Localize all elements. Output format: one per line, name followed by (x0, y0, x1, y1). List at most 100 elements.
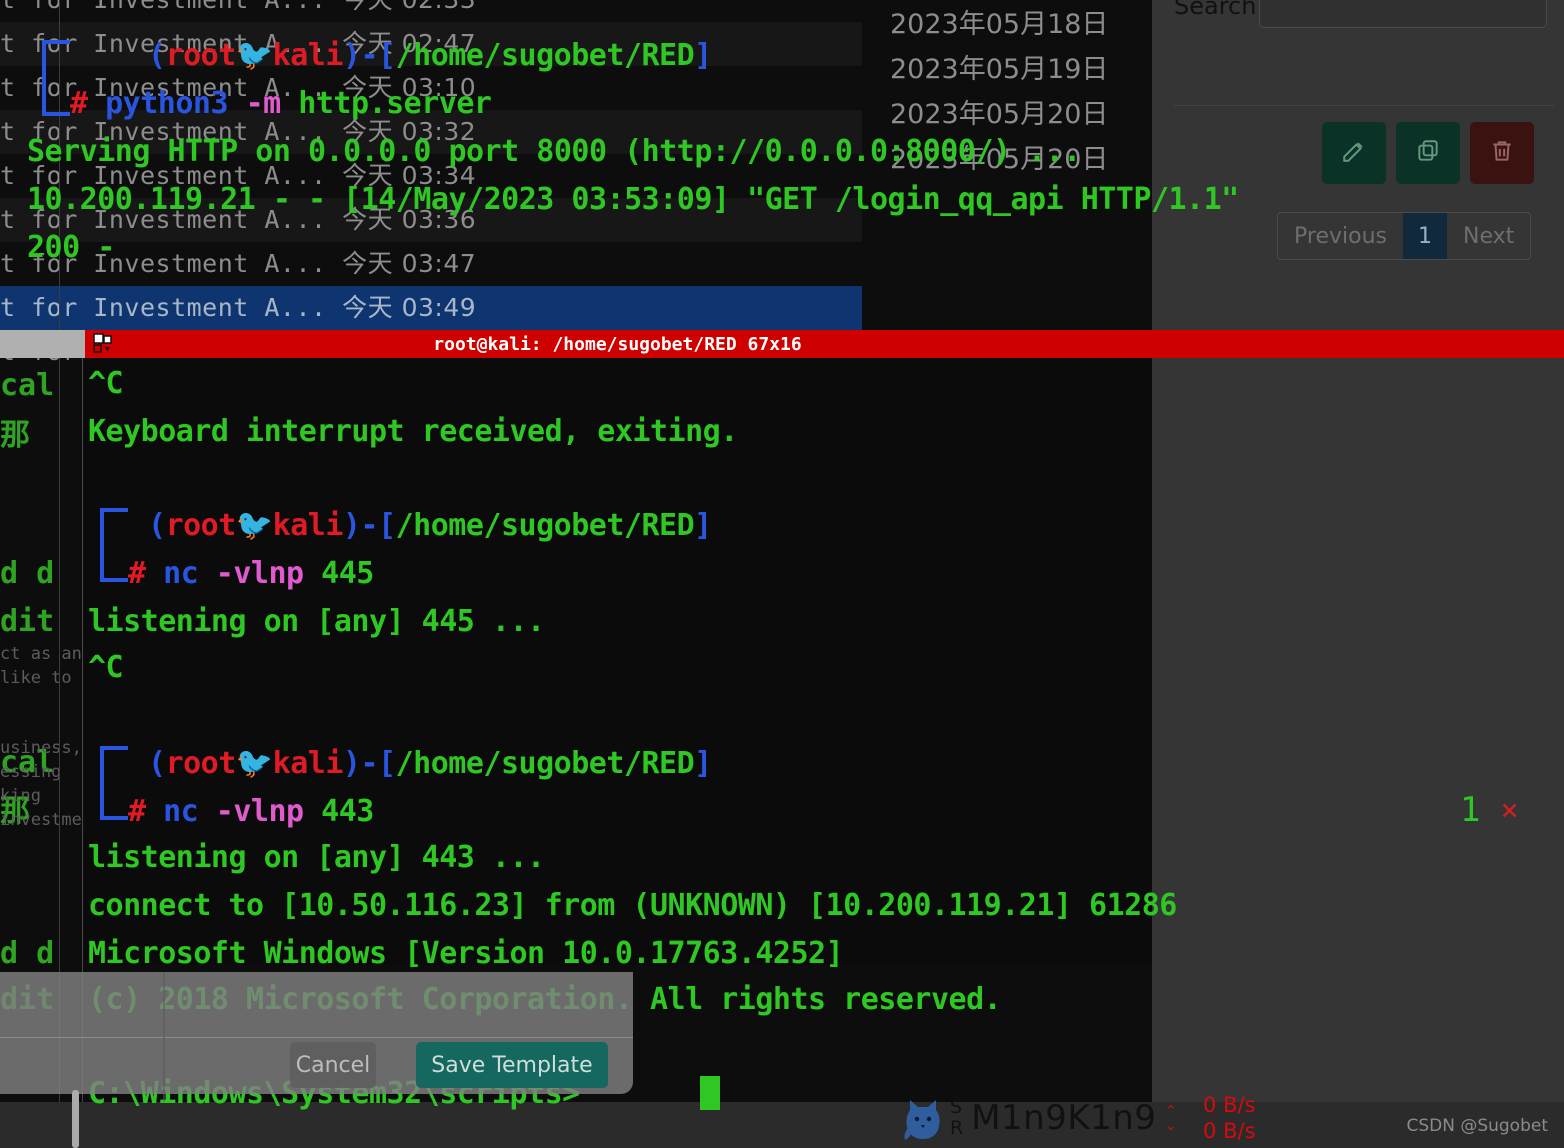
count-number: 1 (1460, 790, 1481, 830)
list-item-time: 今天 03:47 (342, 249, 477, 278)
terminal-line: Serving HTTP on 0.0.0.0 port 8000 (http:… (27, 134, 1081, 169)
bg-small-text: essing (0, 762, 62, 782)
terminal-span: ] (694, 38, 712, 73)
terminal-span: 445 (303, 556, 374, 591)
pagination-page-1[interactable]: 1 (1402, 213, 1447, 259)
terminal-titlebar[interactable]: root@kali: /home/sugobet/RED 67x16 (85, 330, 1564, 358)
terminal-span: 🐦 (235, 746, 273, 781)
terminal-span: )-[ (342, 508, 396, 543)
terminal-span: kali (272, 38, 344, 73)
terminal-span: ^C (88, 366, 124, 401)
bg-small-text: ct as an (0, 644, 82, 664)
bg-small-text: usiness, (0, 738, 82, 758)
date-item: 2023年05月18日 (890, 9, 1109, 40)
recv-label: R (950, 1117, 964, 1139)
copy-button[interactable] (1396, 122, 1460, 184)
cancel-button[interactable]: Cancel (290, 1042, 376, 1088)
terminal-span: ] (694, 746, 712, 781)
network-speeds: 0 B/s 0 B/s (1203, 1092, 1255, 1144)
modal-divider (0, 1037, 633, 1038)
terminal-span: 443 (303, 794, 374, 829)
bg-small-text: investme (0, 810, 82, 830)
pagination[interactable]: Previous 1 Next (1277, 212, 1532, 260)
terminal-span: Serving HTTP on 0.0.0.0 port 8000 (http:… (27, 134, 1081, 169)
bg-small-text: king (0, 786, 41, 806)
count-marker: 1 × (1460, 790, 1519, 830)
send-label: S (950, 1096, 963, 1118)
terminal-span: )-[ (342, 38, 396, 73)
terminal-span: ^C (88, 650, 124, 685)
search-row: Search: (1174, 0, 1554, 44)
pagination-previous[interactable]: Previous (1278, 213, 1403, 259)
prompt-bracket-bg (42, 40, 70, 116)
terminal-span: kali (272, 746, 344, 781)
terminal-span: 🐦 (235, 38, 273, 73)
list-item-label: t for Investment A... (0, 0, 342, 14)
terminal-line: ^C (88, 366, 124, 401)
terminal-span: 🐦 (235, 508, 273, 543)
cat-icon[interactable] (900, 1094, 946, 1142)
close-icon[interactable]: × (1500, 793, 1518, 828)
terminal-span: -vlnp (198, 794, 304, 829)
terminal-span: listening on [any] 443 ... (88, 840, 545, 875)
terminal-span: root (165, 508, 237, 543)
terminal-span: Keyboard interrupt received, exiting. (88, 414, 738, 449)
list-item[interactable]: t for Investment A... 今天 03:49 (0, 286, 862, 330)
terminal-span: kali (272, 508, 344, 543)
pagination-next[interactable]: Next (1447, 213, 1530, 259)
down-arrow-icon: ⌄ (1164, 1116, 1178, 1134)
prompt-bracket-1 (100, 508, 128, 582)
terminal-span: -m (228, 86, 282, 121)
terminal-line: (root🐦kali)-[/home/sugobet/RED] (148, 746, 712, 781)
terminal-span: ( (148, 508, 166, 543)
save-template-button[interactable]: Save Template (416, 1042, 608, 1088)
date-item: 2023年05月20日 (890, 99, 1109, 130)
terminal-line: # nc -vlnp 443 (128, 794, 374, 829)
date-item: 2023年05月19日 (890, 54, 1109, 85)
terminal-span: # (70, 86, 106, 121)
sr-labels: S R (950, 1097, 963, 1139)
search-input[interactable] (1259, 0, 1547, 28)
terminal-span: /home/sugobet/RED (395, 746, 695, 781)
terminal-span: ( (148, 746, 166, 781)
delete-button[interactable] (1470, 122, 1534, 184)
terminal-span: /home/sugobet/RED (395, 508, 695, 543)
list-item[interactable]: t for Investment A... 今天 03:47 (0, 242, 862, 286)
copy-icon (1415, 138, 1441, 168)
terminal-span: /home/sugobet/RED (395, 38, 695, 73)
list-item-label: t for Investment A... (0, 293, 343, 322)
panel-divider (1174, 105, 1554, 106)
list-item-time: 今天 03:49 (342, 293, 477, 322)
list-item-time: 今天 02:33 (342, 0, 476, 14)
terminal-line: # nc -vlnp 445 (128, 556, 374, 591)
watermark: CSDN @Sugobet (1406, 1116, 1548, 1136)
pencil-icon (1341, 138, 1367, 168)
terminal-span: Microsoft Windows [Version 10.0.17763.42… (88, 936, 844, 971)
bg-text-line: cal (0, 368, 55, 403)
modal-vertical-divider (163, 972, 165, 1102)
terminal-line: listening on [any] 443 ... (88, 840, 545, 875)
terminal-span: python3 (105, 86, 229, 121)
search-label: Search: (1174, 0, 1265, 20)
terminal-span: 10.200.119.21 - - [14/May/2023 03:53:09]… (27, 182, 1239, 217)
terminal-line: Keyboard interrupt received, exiting. (88, 414, 738, 449)
terminal-span: # (128, 794, 164, 829)
terminal-span: 200 - (27, 230, 115, 265)
bg-text-line: dit (0, 604, 55, 639)
terminal-line: 10.200.119.21 - - [14/May/2023 03:53:09]… (27, 182, 1239, 217)
bg-text-line: 那 (0, 418, 30, 453)
terminal-line: listening on [any] 445 ... (88, 604, 545, 639)
modal-scrollbar[interactable] (72, 1090, 79, 1148)
edit-button[interactable] (1322, 122, 1386, 184)
terminal-line: ^C (88, 650, 124, 685)
upload-speed: 0 B/s (1203, 1093, 1256, 1117)
terminal-span: ] (694, 508, 712, 543)
bg-small-text: like to (0, 668, 72, 688)
terminal-line: (root🐦kali)-[/home/sugobet/RED] (148, 508, 712, 543)
terminal-span: )-[ (342, 746, 396, 781)
terminal-span: root (165, 38, 237, 73)
terminal-line: 200 - (27, 230, 115, 265)
terminal-title: root@kali: /home/sugobet/RED 67x16 (433, 333, 802, 355)
bg-text-line: d d (0, 936, 55, 971)
list-item[interactable]: t for Investment A... 今天 02:33 (0, 0, 862, 22)
